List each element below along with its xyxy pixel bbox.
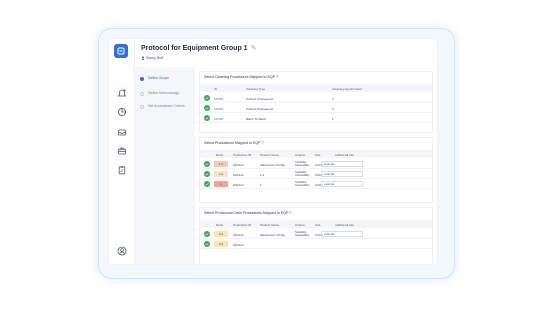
- col-header: Product Name: [260, 222, 280, 227]
- agents-count: 4: [332, 96, 334, 101]
- steps-panel: Define Scope Define Methodology Set Acce…: [135, 67, 195, 264]
- app-screen: Protocol for Equipment Group 1 ✎ Bang Bul…: [109, 39, 437, 264]
- additional-info-input[interactable]: example: [321, 231, 363, 237]
- col-header: SAL: [315, 152, 321, 157]
- product-name: Ibdiunamon 16 Mg: [260, 232, 285, 237]
- cleaning-procedures-section: Select Cleaning Procedures Mapped to EQP…: [199, 71, 433, 133]
- col-header: Rank: [216, 152, 224, 157]
- owner-name: Bang Bull: [146, 55, 164, 60]
- tablet-frame: Protocol for Equipment Group 1 ✎ Bang Bul…: [98, 28, 455, 279]
- col-header: Production ID: [233, 222, 252, 227]
- table-header: Rank Production ID Product Name Criteria…: [200, 220, 432, 228]
- step-label: Define Methodology: [148, 91, 180, 95]
- chart-pie-icon[interactable]: [116, 106, 128, 118]
- section-question: Select Provisional Case Productions Mapp…: [204, 211, 292, 215]
- rank-badge: 1,2: [214, 171, 228, 177]
- bell-icon[interactable]: [116, 87, 128, 99]
- criteria: Solubility, Cleanability: [295, 179, 310, 187]
- step-indicator: [140, 91, 144, 96]
- col-header: Cleaning Type: [246, 86, 266, 91]
- criteria: Solubility, Cleanability: [295, 159, 310, 167]
- criteria: Solubility, Cleanability: [295, 229, 310, 237]
- step-label: Set Acceptance Criteria: [148, 104, 185, 108]
- table-header: Rank Production ID Product Name Criteria…: [200, 150, 432, 158]
- check-icon[interactable]: [204, 115, 210, 121]
- icon-sidebar: [109, 39, 135, 264]
- procedure-id[interactable]: CP001: [214, 97, 223, 101]
- col-header: Additional Info: [335, 152, 355, 157]
- additional-info-input[interactable]: example: [321, 161, 363, 167]
- table-row[interactable]: CP002 Product Changeover 2: [200, 103, 432, 113]
- production-id: 2D1212: [233, 172, 244, 177]
- cleaning-type: Product Changeover: [246, 96, 274, 101]
- table-row[interactable]: 1 2D1212 1 Solubility, Cleanability 0,00…: [200, 179, 432, 189]
- product-name: Ibdiunamon 16 Mg: [260, 162, 285, 167]
- col-header: Product Name: [260, 152, 280, 157]
- agents-count: 2: [332, 106, 334, 111]
- procedure-id[interactable]: CP003: [214, 117, 223, 121]
- productions-section: Select Productions Mapped to EQP ? Rank …: [199, 137, 433, 203]
- table-row[interactable]: 1,2 2D1212 Ibdiunamon 16 Mg Solubility, …: [200, 159, 432, 169]
- cleaning-type: Product Changeover: [246, 106, 274, 111]
- criteria: Solubility, Cleanability: [295, 169, 310, 177]
- table-row[interactable]: 1,2 2D1212 1,2 Solubility, Cleanability …: [200, 169, 432, 179]
- col-header: ID: [214, 86, 217, 91]
- rank-badge: 1: [214, 181, 228, 187]
- col-header: Rank: [216, 222, 224, 227]
- user-avatar-icon[interactable]: [116, 245, 128, 257]
- table-header: ID Cleaning Type Cleaning Agents Used: [200, 84, 432, 92]
- clipboard-icon[interactable]: [116, 164, 128, 176]
- additional-info-input[interactable]: example: [321, 171, 363, 177]
- rank-badge: 1,2: [214, 161, 228, 167]
- user-small-icon: [141, 56, 145, 60]
- production-id: 2D1212: [233, 162, 244, 167]
- page-header: Protocol for Equipment Group 1 ✎ Bang Bul…: [135, 39, 437, 69]
- inbox-icon[interactable]: [116, 126, 128, 138]
- cleaning-type: Batch To Batch: [246, 116, 267, 121]
- section-question: Select Cleaning Procedures Mapped to EQP…: [204, 75, 279, 79]
- provisional-productions-section: Select Provisional Case Productions Mapp…: [199, 207, 433, 264]
- check-icon[interactable]: [204, 161, 210, 167]
- production-id: 2D1212: [233, 232, 244, 237]
- page-subtitle: Bang Bull: [141, 55, 163, 60]
- check-icon[interactable]: [204, 231, 210, 237]
- col-header: SAL: [315, 222, 321, 227]
- page-title-text: Protocol for Equipment Group 1: [141, 45, 248, 52]
- briefcase-icon[interactable]: [116, 145, 128, 157]
- procedure-id[interactable]: CP002: [214, 107, 223, 111]
- production-id: 2D1212: [233, 242, 244, 247]
- check-icon[interactable]: [204, 95, 210, 101]
- col-header: Additional Info: [335, 222, 355, 227]
- table-row[interactable]: CP003 Batch To Batch 1: [200, 113, 432, 123]
- edit-pencil-icon[interactable]: ✎: [251, 45, 257, 52]
- step-label: Define Scope: [148, 76, 170, 80]
- agents-count: 1: [332, 116, 334, 121]
- step-indicator: [140, 104, 144, 109]
- main-content: Select Cleaning Procedures Mapped to EQP…: [199, 71, 433, 264]
- col-header: Cleaning Agents Used: [332, 86, 362, 91]
- page-title: Protocol for Equipment Group 1 ✎: [141, 44, 256, 52]
- check-icon[interactable]: [204, 181, 210, 187]
- section-question: Select Productions Mapped to EQP ?: [204, 141, 264, 145]
- product-name: 1,2: [260, 172, 265, 177]
- step-indicator: [140, 76, 144, 81]
- rank-badge: 2,3: [214, 241, 228, 247]
- table-row[interactable]: 2,3 2D1212 Ibdiunamon 16 Mg Solubility, …: [200, 229, 432, 239]
- table-row[interactable]: 2,3 2D1212: [200, 239, 432, 249]
- col-header: Criteria: [295, 152, 305, 157]
- check-icon[interactable]: [204, 171, 210, 177]
- check-icon[interactable]: [204, 105, 210, 111]
- product-name: 1: [260, 182, 262, 187]
- rank-badge: 2,3: [214, 231, 228, 237]
- production-id: 2D1212: [233, 182, 244, 187]
- col-header: Criteria: [295, 222, 305, 227]
- additional-info-input[interactable]: example: [321, 181, 363, 187]
- check-icon[interactable]: [204, 241, 210, 247]
- table-row[interactable]: CP001 Product Changeover 4: [200, 93, 432, 103]
- col-header: Production ID: [233, 152, 252, 157]
- app-logo-icon[interactable]: [114, 44, 128, 58]
